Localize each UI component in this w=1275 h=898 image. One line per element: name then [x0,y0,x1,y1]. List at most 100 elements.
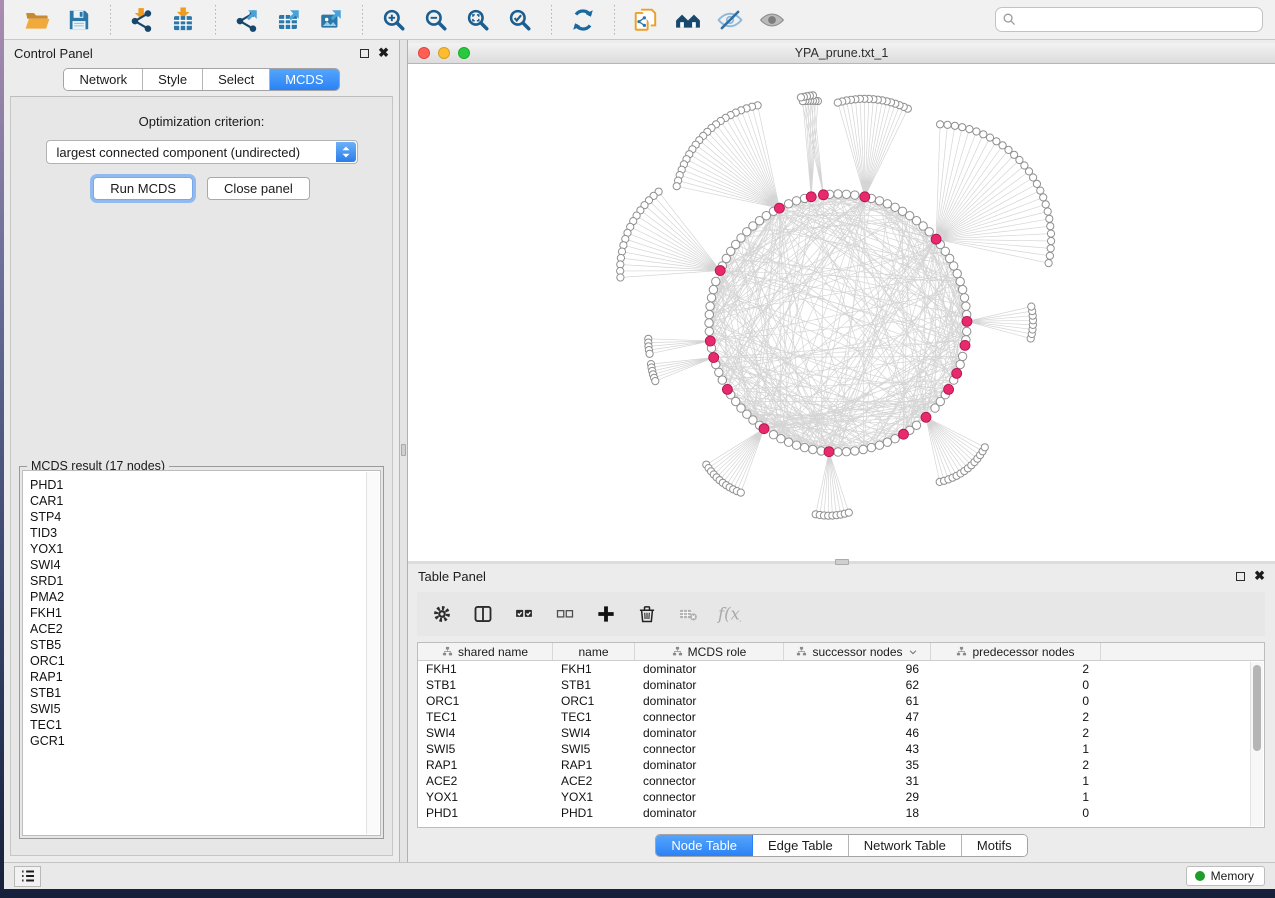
network-node[interactable] [956,360,964,368]
import-table-button[interactable] [163,3,205,37]
network-node[interactable] [792,197,800,205]
network-node[interactable] [973,128,980,135]
network-node[interactable] [1045,260,1052,267]
network-node[interactable] [1048,237,1055,244]
network-node[interactable] [891,203,899,211]
table-panel-divider[interactable] [408,561,1275,564]
result-node-item[interactable]: TEC1 [30,717,380,733]
network-node[interactable] [800,443,808,451]
zoom-fit-button[interactable] [457,3,499,37]
network-node[interactable] [1046,215,1053,222]
network-node[interactable] [883,200,891,208]
export-network-button[interactable] [226,3,268,37]
table-row[interactable]: ACE2ACE2connector311 [418,773,1264,789]
result-node-item[interactable]: GCR1 [30,733,380,749]
network-node[interactable] [1047,223,1054,230]
close-panel-icon[interactable]: ✖ [1254,571,1265,581]
table-row[interactable]: STB1STB1dominator620 [418,677,1264,693]
mcds-hub-node[interactable] [944,384,954,394]
network-node[interactable] [891,435,899,443]
network-canvas[interactable] [408,64,1274,561]
result-node-item[interactable]: PMA2 [30,589,380,605]
result-node-item[interactable]: CAR1 [30,493,380,509]
tab-edge-table[interactable]: Edge Table [753,835,849,856]
network-node[interactable] [792,441,800,449]
network-node[interactable] [875,197,883,205]
columns-button[interactable] [470,601,496,627]
mcds-hub-node[interactable] [722,384,732,394]
mcds-hub-node[interactable] [774,203,784,213]
network-node[interactable] [842,448,850,456]
network-node[interactable] [652,378,659,385]
task-history-button[interactable] [14,866,41,887]
save-session-button[interactable] [58,3,100,37]
table-row[interactable]: FKH1FKH1dominator962 [418,661,1264,677]
tab-select[interactable]: Select [203,69,270,90]
network-node[interactable] [777,435,785,443]
network-node[interactable] [1044,208,1051,215]
network-node[interactable] [646,350,653,357]
criterion-dropdown[interactable]: largest connected component (undirected) [46,140,358,164]
network-node[interactable] [953,269,961,277]
network-node[interactable] [963,327,971,335]
scrollbar-thumb[interactable] [1253,665,1261,751]
network-node[interactable] [980,131,987,138]
tab-network-table[interactable]: Network Table [849,835,962,856]
network-node[interactable] [715,368,723,376]
network-node[interactable] [944,121,951,128]
network-node[interactable] [707,294,715,302]
network-node[interactable] [673,183,680,190]
mcds-hub-node[interactable] [860,192,870,202]
result-node-item[interactable]: SWI5 [30,701,380,717]
mcds-hub-node[interactable] [899,429,909,439]
network-node[interactable] [834,99,841,106]
refresh-button[interactable] [562,3,604,37]
settings-button[interactable] [429,601,455,627]
network-node[interactable] [842,190,850,198]
network-node[interactable] [718,376,726,384]
result-node-item[interactable]: PHD1 [30,477,380,493]
network-node[interactable] [712,277,720,285]
mcds-result-list[interactable]: PHD1CAR1STP4TID3YOX1SWI4SRD1PMA2FKH1ACE2… [22,470,381,836]
result-node-item[interactable]: SRD1 [30,573,380,589]
network-node[interactable] [1047,230,1054,237]
mcds-hub-node[interactable] [931,234,941,244]
network-node[interactable] [883,438,891,446]
network-node[interactable] [937,121,944,128]
open-file-button[interactable] [16,3,58,37]
column-header-successor-nodes[interactable]: successor nodes [784,643,931,660]
network-node[interactable] [809,445,817,453]
result-node-item[interactable]: RAP1 [30,669,380,685]
network-titlebar[interactable]: YPA_prune.txt_1 [408,43,1275,64]
network-node[interactable] [951,122,958,129]
network-node[interactable] [851,447,859,455]
result-node-item[interactable]: YOX1 [30,541,380,557]
result-node-item[interactable]: STB1 [30,685,380,701]
deselect-all-button[interactable] [552,601,578,627]
table-scrollbar[interactable] [1250,662,1263,826]
network-node[interactable] [845,509,852,516]
network-node[interactable] [1037,187,1044,194]
divider-grip-icon[interactable] [401,444,406,456]
result-node-item[interactable]: STB5 [30,637,380,653]
table-row[interactable]: PHD1PHD1dominator180 [418,805,1264,821]
zoom-selected-button[interactable] [499,3,541,37]
close-panel-icon[interactable]: ✖ [378,48,389,58]
network-node[interactable] [1046,252,1053,259]
result-node-item[interactable]: ORC1 [30,653,380,669]
network-node[interactable] [797,94,804,101]
table-row[interactable]: SWI5SWI5connector431 [418,741,1264,757]
mcds-hub-node[interactable] [759,424,769,434]
select-all-button[interactable] [511,601,537,627]
network-node[interactable] [705,319,713,327]
tab-network[interactable]: Network [64,69,143,90]
network-node[interactable] [867,443,875,451]
mcds-hub-node[interactable] [962,316,972,326]
network-node[interactable] [959,124,966,131]
mcds-hub-node[interactable] [709,353,719,363]
tab-motifs[interactable]: Motifs [962,835,1027,856]
network-node[interactable] [981,444,988,451]
network-node[interactable] [784,200,792,208]
network-node[interactable] [962,302,970,310]
column-header-MCDS-role[interactable]: MCDS role [635,643,784,660]
